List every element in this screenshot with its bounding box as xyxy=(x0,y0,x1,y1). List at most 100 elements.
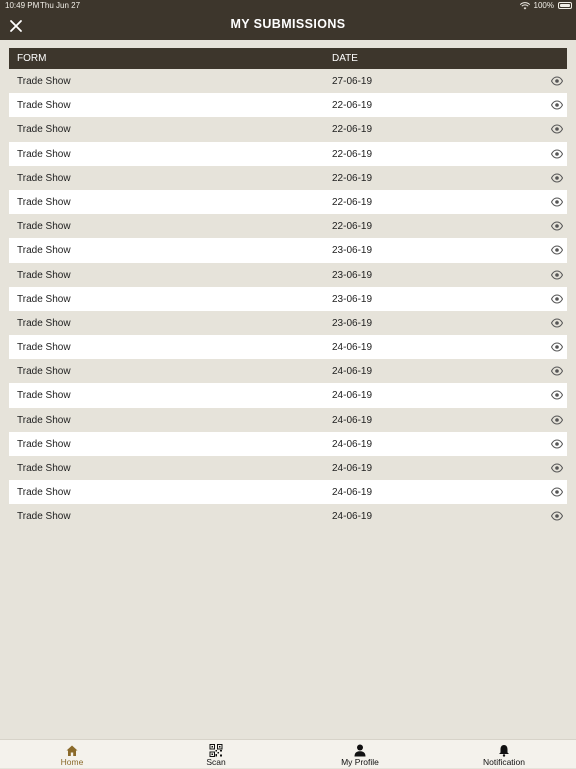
submissions-table: FORM DATE Trade Show 27-06-19 Trade Show 22… xyxy=(9,48,567,529)
table-row[interactable]: Trade Show 24-06-19 xyxy=(9,504,567,529)
eye-icon[interactable] xyxy=(550,318,564,328)
eye-icon[interactable] xyxy=(550,197,564,207)
row-form-name: Trade Show xyxy=(17,438,71,450)
row-date: 24-06-19 xyxy=(332,366,373,378)
row-date: 24-06-19 xyxy=(332,390,373,402)
row-form-name: Trade Show xyxy=(17,487,71,499)
nav-bar: MY SUBMISSIONS xyxy=(0,12,576,40)
table-row[interactable]: Trade Show 27-06-19 xyxy=(9,69,567,94)
status-time: 10:49 PM xyxy=(5,1,40,10)
table-body: Trade Show 27-06-19 Trade Show 22-06-19 Trad… xyxy=(9,69,567,529)
tab-scan[interactable]: Scan xyxy=(144,740,288,769)
status-bar: 10:49 PM Thu Jun 27 100% xyxy=(0,0,576,12)
row-date: 22-06-19 xyxy=(332,172,373,184)
bell-icon xyxy=(498,744,511,757)
row-date: 24-06-19 xyxy=(332,487,373,499)
table-row[interactable]: Trade Show 24-06-19 xyxy=(9,456,567,481)
row-form-name: Trade Show xyxy=(17,172,71,184)
table-row[interactable]: Trade Show 22-06-19 xyxy=(9,93,567,118)
row-form-name: Trade Show xyxy=(17,317,71,329)
eye-icon[interactable] xyxy=(550,76,564,86)
table-row[interactable]: Trade Show 24-06-19 xyxy=(9,407,567,432)
tab-home-label: Home xyxy=(60,757,84,767)
row-form-name: Trade Show xyxy=(17,245,71,257)
eye-icon[interactable] xyxy=(550,100,564,110)
table-row[interactable]: Trade Show 24-06-19 xyxy=(9,359,567,384)
tab-notification[interactable]: Notification xyxy=(432,740,576,769)
row-form-name: Trade Show xyxy=(17,390,71,402)
table-header: FORM DATE xyxy=(9,48,567,69)
eye-icon[interactable] xyxy=(550,269,564,280)
table-row[interactable]: Trade Show 22-06-19 xyxy=(9,214,567,239)
row-date: 22-06-19 xyxy=(332,124,373,136)
row-date: 22-06-19 xyxy=(332,221,373,233)
tab-scan-label: Scan xyxy=(206,757,226,767)
status-date: Thu Jun 27 xyxy=(40,1,81,10)
eye-icon[interactable] xyxy=(550,173,564,183)
eye-icon[interactable] xyxy=(550,124,564,134)
page-title: MY SUBMISSIONS xyxy=(230,17,346,31)
row-date: 24-06-19 xyxy=(332,438,373,450)
row-date: 24-06-19 xyxy=(332,511,373,523)
battery-icon xyxy=(558,2,572,9)
row-date: 23-06-19 xyxy=(332,317,373,329)
eye-icon[interactable] xyxy=(550,439,564,449)
table-row[interactable]: Trade Show 24-06-19 xyxy=(9,335,567,360)
table-row[interactable]: Trade Show 22-06-19 xyxy=(9,189,567,215)
tab-my-profile-label: My Profile xyxy=(341,757,379,767)
table-row[interactable]: Trade Show 23-06-19 xyxy=(9,310,567,336)
row-form-name: Trade Show xyxy=(17,366,71,378)
tab-home[interactable]: Home xyxy=(0,740,144,769)
row-date: 24-06-19 xyxy=(332,463,373,474)
row-date: 22-06-19 xyxy=(332,148,373,160)
status-right: 100% xyxy=(519,1,572,10)
eye-icon[interactable] xyxy=(550,511,564,521)
home-icon xyxy=(66,744,79,757)
eye-icon[interactable] xyxy=(550,221,564,231)
eye-icon[interactable] xyxy=(550,342,564,352)
table-row[interactable]: Trade Show 24-06-19 xyxy=(9,431,567,456)
eye-icon[interactable] xyxy=(550,487,564,497)
row-form-name: Trade Show xyxy=(17,124,71,136)
column-header-date: DATE xyxy=(332,53,358,64)
row-form-name: Trade Show xyxy=(17,269,71,281)
row-form-name: Trade Show xyxy=(17,196,71,208)
row-date: 23-06-19 xyxy=(332,245,373,257)
row-form-name: Trade Show xyxy=(17,463,71,474)
eye-icon[interactable] xyxy=(550,294,564,304)
tab-my-profile[interactable]: My Profile xyxy=(288,740,432,769)
row-date: 22-06-19 xyxy=(332,196,373,208)
row-date: 24-06-19 xyxy=(332,414,373,426)
row-form-name: Trade Show xyxy=(17,511,71,523)
eye-icon[interactable] xyxy=(550,463,564,473)
eye-icon[interactable] xyxy=(550,390,564,400)
row-date: 24-06-19 xyxy=(332,342,373,354)
wifi-icon xyxy=(519,1,530,10)
tab-bar: Home Scan My Profile Notification xyxy=(0,739,576,768)
eye-icon[interactable] xyxy=(550,245,564,255)
eye-icon[interactable] xyxy=(550,149,564,159)
eye-icon[interactable] xyxy=(550,366,564,376)
column-header-form: FORM xyxy=(17,53,47,64)
eye-icon[interactable] xyxy=(550,415,564,425)
table-row[interactable]: Trade Show 22-06-19 xyxy=(9,165,567,190)
table-row[interactable]: Trade Show 22-06-19 xyxy=(9,117,567,142)
table-row[interactable]: Trade Show 24-06-19 xyxy=(9,480,567,505)
row-form-name: Trade Show xyxy=(17,293,71,305)
row-form-name: Trade Show xyxy=(17,100,71,112)
tab-notification-label: Notification xyxy=(482,757,526,767)
qr-code-icon xyxy=(209,744,223,757)
row-form-name: Trade Show xyxy=(17,342,71,354)
row-form-name: Trade Show xyxy=(17,76,71,87)
row-form-name: Trade Show xyxy=(17,414,71,426)
row-date: 23-06-19 xyxy=(332,269,373,281)
row-date: 23-06-19 xyxy=(332,293,373,305)
table-row[interactable]: Trade Show 23-06-19 xyxy=(9,238,567,263)
row-form-name: Trade Show xyxy=(17,221,71,233)
table-row[interactable]: Trade Show 23-06-19 xyxy=(9,262,567,287)
row-date: 22-06-19 xyxy=(332,100,373,112)
table-row[interactable]: Trade Show 22-06-19 xyxy=(9,141,567,166)
table-row[interactable]: Trade Show 23-06-19 xyxy=(9,286,567,311)
row-form-name: Trade Show xyxy=(17,148,71,160)
table-row[interactable]: Trade Show 24-06-19 xyxy=(9,383,567,408)
